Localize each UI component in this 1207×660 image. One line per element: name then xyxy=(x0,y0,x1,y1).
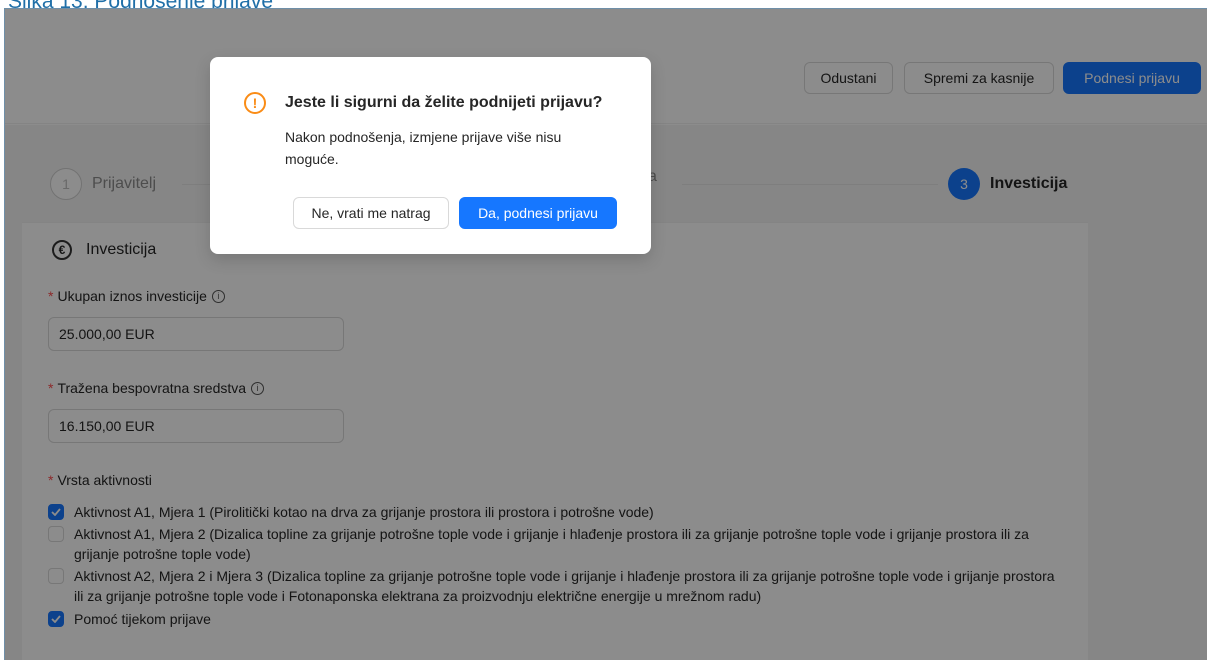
dialog-title: Jeste li sigurni da želite podnijeti pri… xyxy=(285,94,603,111)
app-window: Odustani Spremi za kasnije Podnesi prija… xyxy=(4,8,1207,660)
dialog-message: Nakon podnošenja, izmjene prijave više n… xyxy=(285,129,562,167)
dialog-confirm-button[interactable]: Da, podnesi prijavu xyxy=(459,197,617,229)
confirm-submit-dialog: ! Jeste li sigurni da želite podnijeti p… xyxy=(210,57,651,254)
exclamation-circle-icon: ! xyxy=(244,92,266,114)
dialog-cancel-button[interactable]: Ne, vrati me natrag xyxy=(293,197,449,229)
